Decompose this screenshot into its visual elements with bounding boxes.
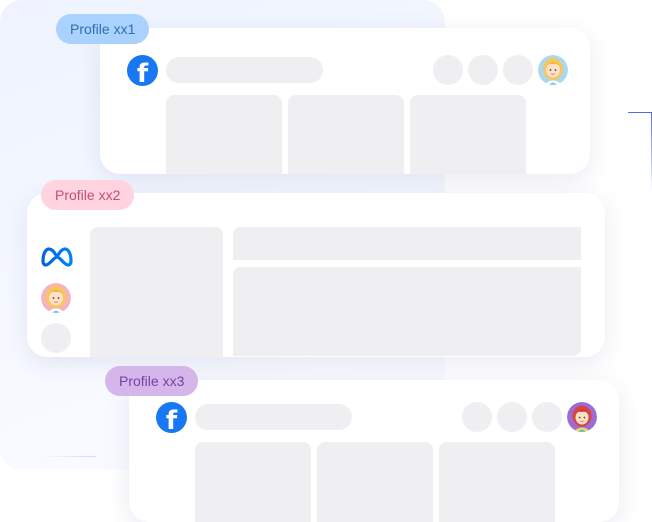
- icon-placeholder: [468, 55, 498, 85]
- red-haired-woman-avatar: [567, 402, 597, 432]
- decorative-line: [628, 112, 652, 192]
- content-placeholder: [195, 442, 311, 522]
- blonde-woman-avatar: [538, 55, 568, 85]
- icon-placeholder: [462, 402, 492, 432]
- search-placeholder: [195, 404, 352, 430]
- meta-icon: [41, 247, 73, 267]
- content-placeholder: [166, 95, 282, 174]
- content-placeholder: [439, 442, 555, 522]
- profile-card-1[interactable]: f: [100, 28, 590, 174]
- content-placeholder: [233, 227, 581, 260]
- content-placeholder: [288, 95, 404, 174]
- content-placeholder: [317, 442, 433, 522]
- icon-placeholder: [433, 55, 463, 85]
- facebook-icon: f: [127, 55, 158, 86]
- facebook-icon: f: [156, 402, 187, 433]
- profile-card-2[interactable]: [27, 193, 605, 357]
- icon-placeholder: [503, 55, 533, 85]
- search-placeholder: [166, 57, 323, 83]
- content-placeholder: [90, 227, 223, 357]
- content-placeholder: [233, 267, 581, 356]
- icon-placeholder: [497, 402, 527, 432]
- profile-tag-1: Profile xx1: [56, 14, 150, 44]
- content-placeholder: [410, 95, 526, 174]
- decorative-line: [40, 456, 96, 457]
- profile-card-3[interactable]: f: [129, 380, 619, 522]
- profile-tag-2: Profile xx2: [41, 180, 135, 210]
- icon-placeholder: [41, 323, 71, 353]
- blonde-woman-avatar: [41, 283, 71, 313]
- icon-placeholder: [532, 402, 562, 432]
- profile-tag-3: Profile xx3: [105, 366, 199, 396]
